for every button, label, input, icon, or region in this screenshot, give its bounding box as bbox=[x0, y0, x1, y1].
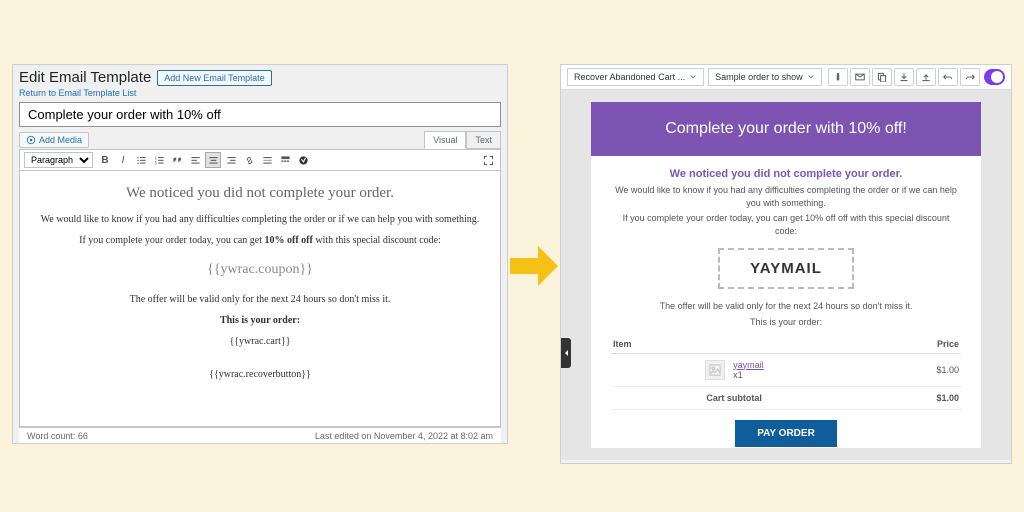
email-p1: We would like to know if you had any dif… bbox=[611, 184, 961, 209]
coupon-placeholder: {{ywrac.coupon}} bbox=[34, 262, 486, 278]
email-heading: We noticed you did not complete your ord… bbox=[611, 168, 961, 180]
add-media-button[interactable]: Add Media bbox=[19, 132, 89, 148]
table-row: Cart subtotal $1.00 bbox=[611, 386, 961, 409]
content-p2: If you complete your order today, you ca… bbox=[34, 233, 486, 248]
status-bar: Word count: 66 Last edited on November 4… bbox=[19, 427, 501, 444]
content-p3: The offer will be valid only for the nex… bbox=[34, 292, 486, 307]
chevron-down-icon bbox=[689, 73, 697, 81]
export-button[interactable] bbox=[916, 68, 936, 86]
recover-placeholder: {{ywrac.recoverbutton}} bbox=[34, 367, 486, 382]
page-title: Edit Email Template bbox=[19, 69, 151, 86]
chevron-left-icon bbox=[563, 349, 569, 357]
subtotal-label: Cart subtotal bbox=[611, 386, 857, 409]
undo-button[interactable] bbox=[938, 68, 958, 86]
fullscreen-button[interactable] bbox=[480, 152, 496, 168]
format-select[interactable]: Paragraph bbox=[24, 152, 93, 168]
content-p1: We would like to know if you had any dif… bbox=[34, 212, 486, 227]
cart-placeholder: {{ywrac.cart}} bbox=[34, 334, 486, 349]
pay-order-button[interactable]: PAY ORDER bbox=[735, 420, 837, 447]
tab-text[interactable]: Text bbox=[466, 131, 501, 149]
collapse-sidebar-button[interactable] bbox=[561, 338, 571, 368]
copy-icon bbox=[877, 72, 887, 82]
more-button[interactable] bbox=[259, 152, 275, 168]
quote-button[interactable] bbox=[169, 152, 185, 168]
wp-editor-panel: Edit Email Template Add New Email Templa… bbox=[12, 64, 508, 444]
export-icon bbox=[921, 72, 931, 82]
redo-icon bbox=[965, 72, 975, 82]
template-title-input[interactable] bbox=[19, 102, 501, 127]
editor-content[interactable]: We noticed you did not complete your ord… bbox=[19, 171, 501, 427]
email-p2: If you complete your order today, you ca… bbox=[611, 212, 961, 237]
coupon-code: YAYMAIL bbox=[718, 248, 854, 289]
chevron-down-icon bbox=[807, 73, 815, 81]
email-preview: Complete your order with 10% off! We not… bbox=[591, 102, 981, 448]
align-right-button[interactable] bbox=[223, 152, 239, 168]
add-media-label: Add Media bbox=[39, 135, 82, 145]
link-button[interactable] bbox=[241, 152, 257, 168]
th-item: Item bbox=[611, 335, 857, 354]
svg-text:3: 3 bbox=[154, 161, 156, 165]
import-button[interactable] bbox=[894, 68, 914, 86]
preview-panel: Recover Abandoned Cart ... Sample order … bbox=[560, 64, 1012, 464]
back-link[interactable]: Return to Email Template List bbox=[19, 88, 501, 98]
bold-button[interactable]: B bbox=[97, 152, 113, 168]
info-icon bbox=[833, 72, 843, 82]
email-p4: This is your order: bbox=[611, 316, 961, 329]
import-icon bbox=[899, 72, 909, 82]
image-icon bbox=[709, 364, 721, 376]
editor-toolbar: Paragraph B I 123 bbox=[19, 149, 501, 171]
email-header: Complete your order with 10% off! bbox=[591, 102, 981, 156]
table-header-row: ItemPrice bbox=[611, 335, 961, 354]
subtotal-value: $1.00 bbox=[857, 386, 961, 409]
align-center-button[interactable] bbox=[205, 152, 221, 168]
media-icon bbox=[26, 135, 36, 145]
content-heading: We noticed you did not complete your ord… bbox=[34, 185, 486, 202]
toolbar-toggle-button[interactable] bbox=[277, 152, 293, 168]
number-list-button[interactable]: 123 bbox=[151, 152, 167, 168]
enable-toggle[interactable] bbox=[984, 69, 1005, 85]
arrow-icon bbox=[508, 244, 560, 288]
th-price: Price bbox=[857, 335, 961, 354]
preview-toolbar: Recover Abandoned Cart ... Sample order … bbox=[561, 65, 1011, 90]
mail-icon bbox=[855, 72, 865, 82]
left-header: Edit Email Template Add New Email Templa… bbox=[13, 65, 507, 149]
email-p3: The offer will be valid only for the nex… bbox=[611, 300, 961, 313]
product-qty: x1 bbox=[733, 370, 743, 380]
order-table: ItemPrice yaymail x1 $1.00 Cart subtotal bbox=[611, 335, 961, 410]
redo-button[interactable] bbox=[960, 68, 980, 86]
last-edited: Last edited on November 4, 2022 at 8:02 … bbox=[315, 431, 493, 441]
email-body: We noticed you did not complete your ord… bbox=[591, 156, 981, 448]
sample-order-select[interactable]: Sample order to show bbox=[708, 68, 822, 86]
word-count: Word count: 66 bbox=[27, 431, 88, 441]
italic-button[interactable]: I bbox=[115, 152, 131, 168]
template-select[interactable]: Recover Abandoned Cart ... bbox=[567, 68, 704, 86]
undo-icon bbox=[943, 72, 953, 82]
align-left-button[interactable] bbox=[187, 152, 203, 168]
product-name[interactable]: yaymail bbox=[733, 360, 764, 370]
bullet-list-button[interactable] bbox=[133, 152, 149, 168]
add-new-template-button[interactable]: Add New Email Template bbox=[157, 70, 271, 86]
content-p4: This is your order: bbox=[34, 313, 486, 328]
preview-area: Complete your order with 10% off! We not… bbox=[561, 90, 1011, 460]
info-button[interactable] bbox=[828, 68, 848, 86]
table-row: yaymail x1 $1.00 bbox=[611, 353, 961, 386]
copy-button[interactable] bbox=[872, 68, 892, 86]
send-test-button[interactable] bbox=[850, 68, 870, 86]
tab-visual[interactable]: Visual bbox=[424, 131, 466, 149]
product-image-placeholder bbox=[705, 360, 725, 380]
yoast-button[interactable] bbox=[295, 152, 311, 168]
product-price: $1.00 bbox=[857, 353, 961, 386]
